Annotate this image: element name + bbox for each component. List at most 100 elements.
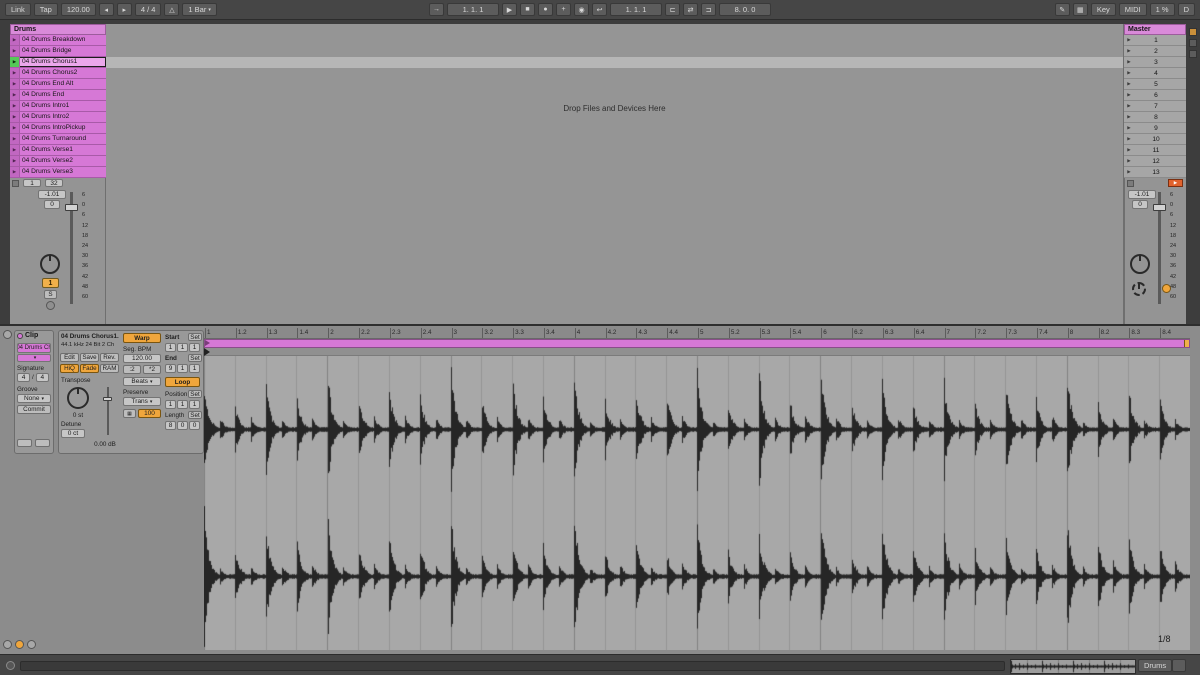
position-bar-field[interactable]: 1 [165,400,176,409]
follow-icon[interactable]: → [429,3,444,16]
end-beat-field[interactable]: 1 [177,364,188,373]
edit-button[interactable]: Edit [60,353,79,362]
nudge-up-icon[interactable]: ▸ [117,3,132,16]
scene-launch-icon[interactable]: ▶ [1124,114,1134,120]
detune-field[interactable]: 0 ct [61,429,85,438]
clip-slot[interactable]: ▶04 Drums Intro2 [10,112,106,123]
scene-slot[interactable]: ▶4 [1124,68,1186,79]
sample-waveform-display[interactable] [204,356,1190,650]
half-tempo-button[interactable]: :2 [123,365,141,374]
loop-toggle-icon[interactable]: ⇄ [683,3,698,16]
scene-launch-icon[interactable]: ▶ [1124,37,1134,43]
track-delay2-field[interactable]: 0 [44,200,60,209]
stop-button[interactable]: ■ [520,3,535,16]
clip-box-toggle-icon[interactable] [3,640,12,649]
scene-slot[interactable]: ▶10 [1124,134,1186,145]
seg-bpm-field[interactable]: 120.00 [123,354,161,363]
headphone-cue-icon[interactable] [1162,284,1171,293]
clip-launch-icon[interactable]: ▶ [10,46,20,56]
end-set-button[interactable]: Set [188,354,202,362]
clip-slot[interactable]: ▶04 Drums Verse1 [10,145,106,156]
scene-slot[interactable]: ▶3 [1124,57,1186,68]
master-delay-field[interactable]: -1.01 [1128,190,1156,199]
loop-end-handle[interactable] [1184,340,1189,347]
clip-playing-icon[interactable]: ▶ [10,57,20,67]
save-button[interactable]: Save [80,353,99,362]
current-track-indicator[interactable]: Drums [1138,659,1172,672]
clip-color-chooser[interactable] [17,354,51,362]
input-channel-display[interactable]: 1 [23,179,41,187]
quantization-menu[interactable]: 1 Bar [182,3,216,16]
scene-launch-icon[interactable]: ▶ [1124,92,1134,98]
scene-slot[interactable]: ▶12 [1124,156,1186,167]
track-activator-button[interactable]: 1 [42,278,59,288]
scene-launch-icon[interactable]: ▶ [1124,59,1134,65]
loop-start-handle[interactable] [205,340,210,346]
scene-launch-icon[interactable]: ▶ [1124,70,1134,76]
hiq-button[interactable]: HiQ [60,364,79,373]
key-map-button[interactable]: Key [1091,3,1116,16]
solo-button[interactable]: S [44,290,57,299]
automation-arm-icon[interactable]: ◉ [574,3,589,16]
arrangement-position-display[interactable]: 1. 1. 1 [447,3,499,16]
clip-launch-icon[interactable]: ▶ [10,112,20,122]
clip-launch-icon[interactable]: ▶ [10,123,20,133]
marker-strip[interactable] [204,348,1190,356]
cue-volume-knob[interactable] [1132,282,1146,296]
signature-numerator-field[interactable]: 4 [17,373,30,382]
reverse-button[interactable]: Rev. [100,353,119,362]
nudge-forward-button[interactable] [35,439,50,447]
envelope-box-toggle-icon[interactable] [15,640,24,649]
clip-slot[interactable]: ▶04 Drums Chorus2 [10,68,106,79]
master-track-header[interactable]: Master [1124,24,1186,35]
ram-button[interactable]: RAM [100,364,119,373]
clip-launch-icon[interactable]: ▶ [10,68,20,78]
position-set-button[interactable]: Set [188,390,202,398]
clip-name-field[interactable]: 04 Drums Ch [17,343,51,353]
loop-button[interactable]: Loop [165,377,200,387]
metronome-icon[interactable]: △ [164,3,179,16]
clip-launch-icon[interactable]: ▶ [10,35,20,45]
scene-slot[interactable]: ▶9 [1124,123,1186,134]
clip-slot[interactable]: ▶04 Drums Verse3 [10,167,106,178]
track-delay-field[interactable]: -1.01 [38,190,66,199]
clip-slot[interactable]: ▶04 Drums Intro1 [10,101,106,112]
link-button[interactable]: Link [5,3,31,16]
scene-slot[interactable]: ▶7 [1124,101,1186,112]
scene-slot[interactable]: ▶1 [1124,35,1186,46]
reenable-automation-icon[interactable]: ↩ [592,3,607,16]
clip-launch-icon[interactable]: ▶ [10,79,20,89]
fade-button[interactable]: Fade [80,364,99,373]
clip-launch-icon[interactable]: ▶ [10,145,20,155]
scene-launch-icon[interactable]: ▶ [1124,125,1134,131]
transpose-knob[interactable] [67,387,89,409]
clip-stop-button[interactable] [12,180,19,187]
start-sixteenth-field[interactable]: 1 [189,343,200,352]
punch-out-icon[interactable]: ⊐ [701,3,716,16]
grid-mode-icon[interactable]: ▦ [123,409,136,418]
commit-groove-button[interactable]: Commit [17,405,51,414]
loop-brace[interactable] [204,339,1190,348]
clip-launch-icon[interactable]: ▶ [10,101,20,111]
loop-length-display[interactable]: 8. 0. 0 [719,3,771,16]
tap-tempo-button[interactable]: Tap [34,3,58,16]
start-marker-icon[interactable] [204,348,210,356]
nudge-back-button[interactable] [17,439,32,447]
clip-slot[interactable]: ▶04 Drums Chorus1 [10,57,106,68]
warp-button[interactable]: Warp [123,333,161,343]
stop-all-clips-button[interactable] [1127,180,1134,187]
loop-start-display[interactable]: 1. 1. 1 [610,3,662,16]
transient-resolution-field[interactable]: 100 [138,409,161,418]
record-button[interactable]: ● [538,3,553,16]
start-set-button[interactable]: Set [188,333,202,341]
midi-map-button[interactable]: MIDI [1119,3,1147,16]
scene-launch-icon[interactable]: ▶ [1124,158,1134,164]
scene-slot[interactable]: ▶11 [1124,145,1186,156]
back-to-arrangement-button[interactable]: ▶ [1168,179,1183,187]
overdub-button[interactable]: + [556,3,571,16]
clip-launch-icon[interactable]: ▶ [10,90,20,100]
clip-slot[interactable]: ▶04 Drums Bridge [10,46,106,57]
scene-launch-icon[interactable]: ▶ [1124,48,1134,54]
master-volume-fader-handle[interactable] [1153,204,1166,211]
warp-mode-chooser[interactable]: Beats [123,377,161,386]
